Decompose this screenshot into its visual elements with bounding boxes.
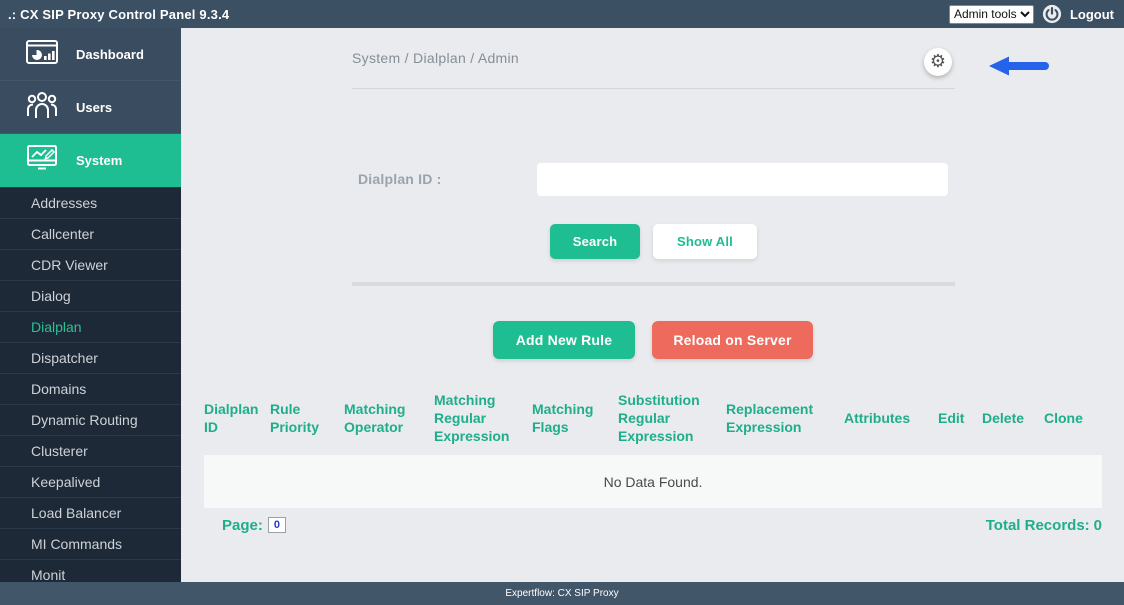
sidebar-item-mi-commands[interactable]: MI Commands (0, 528, 181, 559)
total-records-value: 0 (1094, 517, 1102, 534)
sidebar-item-callcenter[interactable]: Callcenter (0, 218, 181, 249)
sidebar-sub-label: Load Balancer (31, 505, 121, 521)
section-divider (352, 282, 955, 286)
breadcrumb-bar: System / Dialplan / Admin (352, 50, 955, 89)
sidebar-item-load-balancer[interactable]: Load Balancer (0, 497, 181, 528)
sidebar-item-label: Dashboard (76, 47, 144, 62)
column-header: Substitution Regular Expression (618, 391, 726, 446)
sidebar-sub-label: Dispatcher (31, 350, 98, 366)
sidebar-item-clusterer[interactable]: Clusterer (0, 435, 181, 466)
total-records: Total Records:0 (986, 517, 1102, 534)
no-data-message: No Data Found. (604, 474, 703, 490)
sidebar-item-label: System (76, 153, 122, 168)
left-arrow-annotation (987, 54, 1053, 78)
dialplan-id-input[interactable] (537, 163, 948, 196)
sidebar-sub-label: Addresses (31, 195, 97, 211)
app-title: .: CX SIP Proxy Control Panel 9.3.4 (8, 7, 229, 22)
column-header: Matching Regular Expression (434, 391, 532, 446)
sidebar-sub-label: Domains (31, 381, 86, 397)
column-header: Matching Flags (532, 400, 618, 436)
footer-text: Expertflow: CX SIP Proxy (505, 588, 618, 599)
sidebar-item-dynamic-routing[interactable]: Dynamic Routing (0, 404, 181, 435)
rules-table-header: Dialplan ID Rule Priority Matching Opera… (204, 391, 1102, 446)
sidebar-sub-label: MI Commands (31, 536, 122, 552)
sidebar: Dashboard Users System Addr (0, 28, 181, 582)
sidebar-item-users[interactable]: Users (0, 81, 181, 134)
sidebar-item-keepalived[interactable]: Keepalived (0, 466, 181, 497)
reload-on-server-button[interactable]: Reload on Server (652, 321, 813, 359)
column-header: Matching Operator (344, 400, 434, 436)
show-all-button[interactable]: Show All (653, 224, 757, 259)
sidebar-sub-label: Dialplan (31, 319, 82, 335)
system-icon (25, 143, 59, 178)
sidebar-sub-label: Dynamic Routing (31, 412, 138, 428)
column-header: Clone (1044, 409, 1102, 427)
arrow-left-icon (987, 54, 1053, 78)
sidebar-item-dialog[interactable]: Dialog (0, 280, 181, 311)
settings-button[interactable]: ⚙ (924, 48, 952, 76)
sidebar-item-domains[interactable]: Domains (0, 373, 181, 404)
sidebar-sub-label: Callcenter (31, 226, 94, 242)
logout-button[interactable]: Logout (1070, 7, 1114, 22)
sidebar-sub-label: Keepalived (31, 474, 100, 490)
admin-tools-select[interactable]: Admin tools (949, 5, 1034, 24)
sidebar-sub-label: CDR Viewer (31, 257, 108, 273)
column-header: Dialplan ID (204, 400, 270, 436)
power-icon[interactable] (1042, 4, 1062, 24)
column-header: Replacement Expression (726, 400, 844, 436)
sidebar-item-monit[interactable]: Monit (0, 559, 181, 582)
add-new-rule-button[interactable]: Add New Rule (493, 321, 635, 359)
column-header: Edit (938, 409, 982, 427)
sidebar-item-label: Users (76, 100, 112, 115)
footer-bar: Expertflow: CX SIP Proxy (0, 582, 1124, 605)
total-records-label: Total Records: (986, 517, 1090, 534)
empty-table-row: No Data Found. (204, 455, 1102, 508)
sidebar-sub-label: Clusterer (31, 443, 88, 459)
users-icon (25, 90, 59, 125)
sidebar-sub-label: Monit (31, 567, 65, 582)
dialplan-id-label: Dialplan ID : (358, 171, 442, 187)
column-header: Delete (982, 409, 1044, 427)
search-button[interactable]: Search (550, 224, 640, 259)
page-number-button[interactable]: 0 (268, 517, 286, 533)
sidebar-item-dialplan[interactable]: Dialplan (0, 311, 181, 342)
pagination-row: Page: 0 Total Records:0 (204, 512, 1102, 538)
main-content: System / Dialplan / Admin ⚙ Dialplan ID … (181, 28, 1124, 582)
top-bar: .: CX SIP Proxy Control Panel 9.3.4 Admi… (0, 0, 1124, 28)
sidebar-item-dashboard[interactable]: Dashboard (0, 28, 181, 81)
page-label: Page: (222, 517, 263, 534)
breadcrumb: System / Dialplan / Admin (352, 50, 519, 66)
dashboard-icon (25, 38, 59, 71)
sidebar-item-dispatcher[interactable]: Dispatcher (0, 342, 181, 373)
column-header: Rule Priority (270, 400, 344, 436)
sidebar-item-addresses[interactable]: Addresses (0, 187, 181, 218)
sidebar-item-cdr-viewer[interactable]: CDR Viewer (0, 249, 181, 280)
gear-icon: ⚙ (930, 53, 946, 71)
column-header: Attributes (844, 409, 938, 427)
sidebar-item-system[interactable]: System (0, 134, 181, 187)
sidebar-sub-label: Dialog (31, 288, 71, 304)
